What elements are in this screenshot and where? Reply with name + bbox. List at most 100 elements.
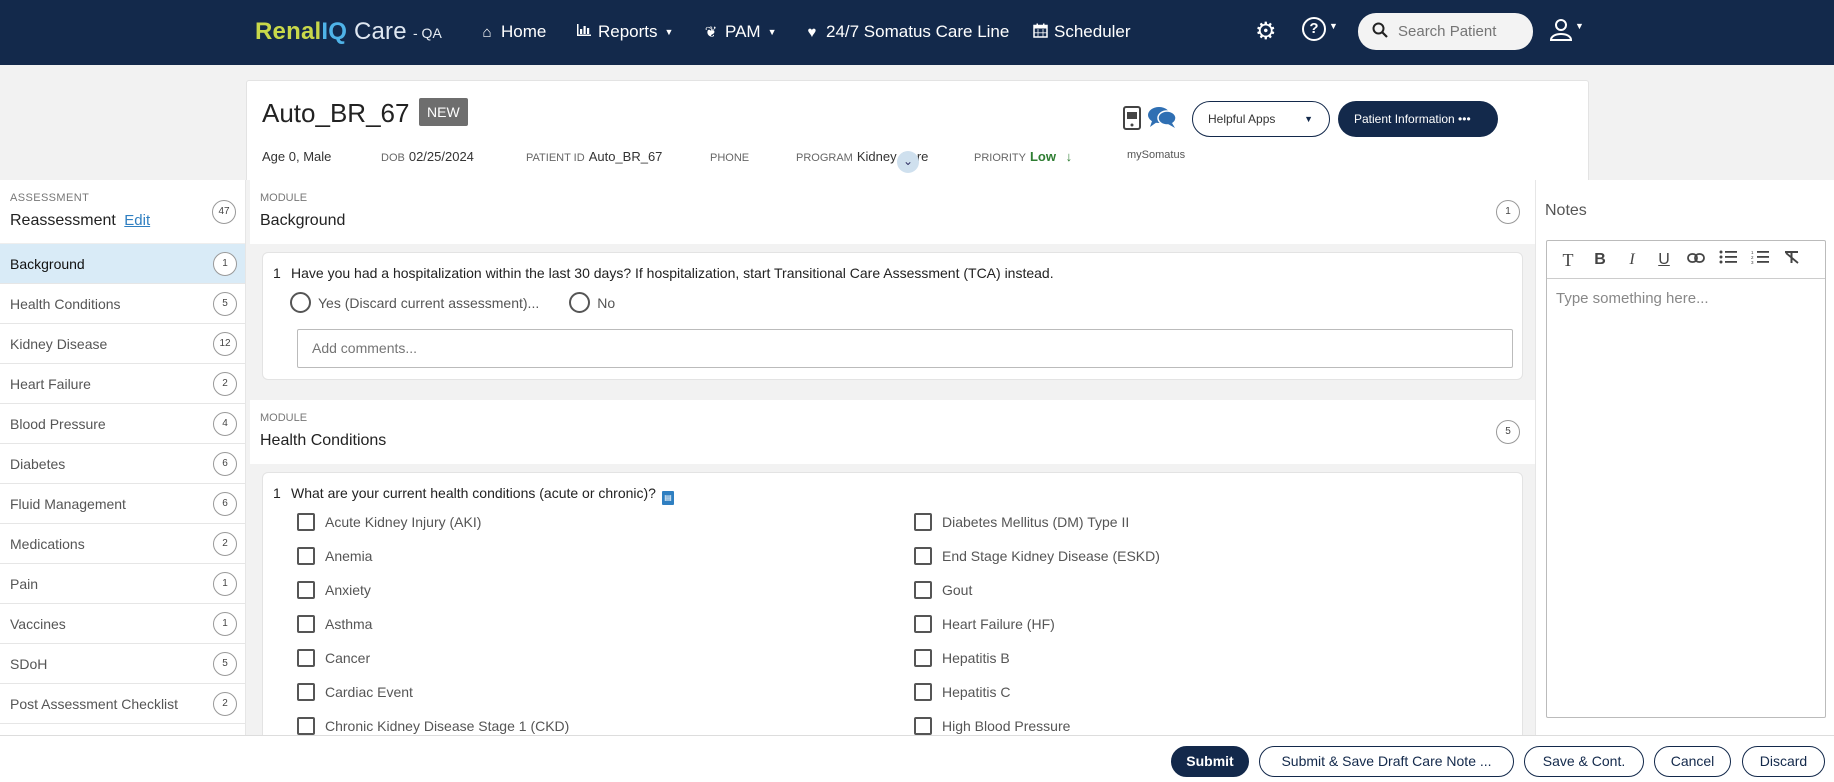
sidebar-item-kidney-disease[interactable]: Kidney Disease 12 <box>0 324 245 364</box>
submit-save-draft-button[interactable]: Submit & Save Draft Care Note ... <box>1259 746 1514 777</box>
discard-button[interactable]: Discard <box>1742 746 1825 777</box>
nav-reports[interactable]: Reports ▼ <box>575 22 673 42</box>
heartbeat-icon: ♥ <box>807 23 817 41</box>
checkbox-item[interactable]: Diabetes Mellitus (DM) Type II <box>914 513 1129 531</box>
checkbox[interactable] <box>297 717 315 735</box>
checkbox-item[interactable]: Hepatitis C <box>914 683 1010 701</box>
checkbox-item[interactable]: Hepatitis B <box>914 649 1010 667</box>
nav-home[interactable]: ⌂ Home <box>478 22 546 42</box>
checkbox[interactable] <box>297 683 315 701</box>
home-icon: ⌂ <box>482 23 492 41</box>
link-icon[interactable] <box>1683 248 1709 272</box>
mysomatus-link[interactable]: mySomatus <box>1127 149 1185 161</box>
checkbox[interactable] <box>914 547 932 565</box>
expand-details-button[interactable]: ⌄ <box>897 151 919 173</box>
checkbox-item[interactable]: Chronic Kidney Disease Stage 1 (CKD) <box>297 717 569 735</box>
underline-icon[interactable]: U <box>1651 248 1677 272</box>
nav-care-line[interactable]: ♥ 24/7 Somatus Care Line <box>803 22 1010 42</box>
sidebar-item-background[interactable]: Background 1 <box>0 244 245 284</box>
brand-logo[interactable]: RenalIQ Care <box>255 18 407 46</box>
checkbox[interactable] <box>914 649 932 667</box>
sidebar-item-fluid-management[interactable]: Fluid Management 6 <box>0 484 245 524</box>
brand-part-renal: Renal <box>255 18 322 45</box>
checkbox-item[interactable]: Cancer <box>297 649 370 667</box>
nav-pam[interactable]: ❦ PAM ▼ <box>702 22 777 42</box>
device-sms-icon[interactable] <box>1122 106 1144 133</box>
sidebar-item-heart-failure[interactable]: Heart Failure 2 <box>0 364 245 404</box>
numbered-list-icon[interactable]: 123 <box>1747 248 1773 272</box>
module-header-background: MODULE Background 1 <box>250 180 1535 244</box>
checkbox[interactable] <box>297 581 315 599</box>
help-icon[interactable]: ? <box>1302 17 1326 41</box>
text-style-icon[interactable]: T <box>1555 248 1581 272</box>
patient-information-button[interactable]: Patient Information ••• <box>1338 101 1498 137</box>
question-card-hospitalization: 1 Have you had a hospitalization within … <box>262 252 1523 380</box>
sidebar-item-health-conditions[interactable]: Health Conditions 5 <box>0 284 245 324</box>
checkbox-item[interactable]: Anxiety <box>297 581 371 599</box>
search-icon <box>1372 22 1388 41</box>
module-count: 5 <box>1496 420 1520 444</box>
helpful-apps-label: Helpful Apps <box>1208 112 1276 126</box>
search-patient-input[interactable] <box>1398 23 1518 40</box>
clear-format-icon[interactable] <box>1779 248 1805 272</box>
sidebar-item-vaccines[interactable]: Vaccines 1 <box>0 604 245 644</box>
checkbox-item[interactable]: End Stage Kidney Disease (ESKD) <box>914 547 1160 565</box>
bar-chart-icon <box>575 23 593 41</box>
edit-assessment-link[interactable]: Edit <box>124 212 150 229</box>
radio-no[interactable] <box>569 292 591 313</box>
checkbox[interactable] <box>914 717 932 735</box>
radio-no-label[interactable]: No <box>597 295 615 311</box>
question-text: Have you had a hospitalization within th… <box>291 265 1054 281</box>
sidebar-item-sdoh[interactable]: SDoH 5 <box>0 644 245 684</box>
checkbox[interactable] <box>914 513 932 531</box>
checkbox[interactable] <box>297 513 315 531</box>
save-continue-button[interactable]: Save & Cont. <box>1524 746 1644 777</box>
italic-icon[interactable]: I <box>1619 248 1645 272</box>
nav-scheduler[interactable]: Scheduler <box>1031 22 1131 42</box>
bold-icon[interactable]: B <box>1587 248 1613 272</box>
pdf-icon[interactable]: ▤ <box>661 491 674 505</box>
cancel-button[interactable]: Cancel <box>1654 746 1731 777</box>
user-avatar-icon[interactable] <box>1549 17 1573 41</box>
checkbox[interactable] <box>297 615 315 633</box>
checkbox-item[interactable]: Heart Failure (HF) <box>914 615 1055 633</box>
checkbox-item[interactable]: Cardiac Event <box>297 683 413 701</box>
checkbox[interactable] <box>914 615 932 633</box>
checkbox[interactable] <box>297 649 315 667</box>
sidebar-item-label: Kidney Disease <box>10 336 108 352</box>
nav-scheduler-label: Scheduler <box>1054 22 1131 41</box>
bullet-list-icon[interactable] <box>1715 248 1741 272</box>
sidebar-item-blood-pressure[interactable]: Blood Pressure 4 <box>0 404 245 444</box>
sidebar-item-count: 1 <box>213 252 237 276</box>
assessment-content: MODULE Background 1 1 Have you had a hos… <box>250 180 1535 735</box>
checkbox[interactable] <box>297 547 315 565</box>
sidebar-item-label: Vaccines <box>10 616 66 632</box>
question-text: What are your current health conditions … <box>291 485 674 505</box>
nav-reports-label: Reports <box>598 22 658 41</box>
checkbox[interactable] <box>914 581 932 599</box>
checkbox-item[interactable]: High Blood Pressure <box>914 717 1070 735</box>
checkbox-item[interactable]: Gout <box>914 581 972 599</box>
sidebar-item-medications[interactable]: Medications 2 <box>0 524 245 564</box>
module-kicker: MODULE <box>260 192 308 204</box>
submit-button[interactable]: Submit <box>1171 746 1249 777</box>
sidebar-item-pain[interactable]: Pain 1 <box>0 564 245 604</box>
checkbox-item[interactable]: Acute Kidney Injury (AKI) <box>297 513 481 531</box>
notes-text-area[interactable]: Type something here... <box>1547 279 1825 318</box>
gear-icon[interactable]: ⚙ <box>1255 17 1277 46</box>
chat-icon[interactable] <box>1147 105 1177 132</box>
nav-pam-label: PAM <box>725 22 761 41</box>
checkbox-item[interactable]: Asthma <box>297 615 372 633</box>
radio-yes[interactable] <box>290 292 311 313</box>
helpful-apps-dropdown[interactable]: Helpful Apps ▼ <box>1192 101 1330 137</box>
sidebar-item-diabetes[interactable]: Diabetes 6 <box>0 444 245 484</box>
checkbox[interactable] <box>914 683 932 701</box>
radio-yes-label[interactable]: Yes (Discard current assessment)... <box>318 295 539 311</box>
checkbox-item[interactable]: Anemia <box>297 547 372 565</box>
notes-title: Notes <box>1545 202 1587 219</box>
checkbox-label: Hepatitis C <box>942 684 1011 700</box>
checkbox-label: Diabetes Mellitus (DM) Type II <box>942 514 1130 530</box>
sidebar-item-post-assessment-checklist[interactable]: Post Assessment Checklist 2 <box>0 684 245 724</box>
checkbox-label: Chronic Kidney Disease Stage 1 (CKD) <box>325 718 570 734</box>
comments-field[interactable] <box>297 329 1513 368</box>
